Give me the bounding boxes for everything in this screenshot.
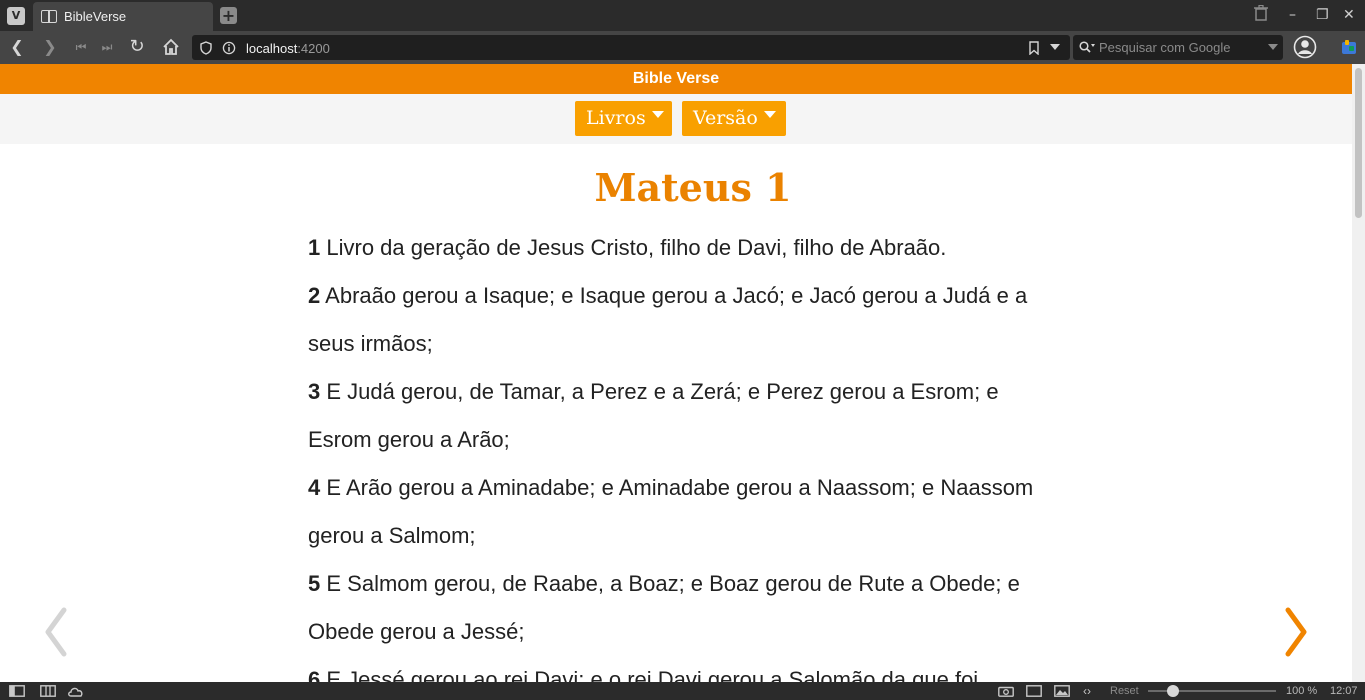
verse-text: E Judá gerou, de Tamar, a Perez e a Zerá…	[308, 379, 999, 452]
status-bar: ‹› Reset 100 % 12:07	[0, 682, 1365, 700]
tab-title: BibleVerse	[64, 9, 127, 24]
verse-number: 1	[308, 235, 321, 260]
tile-tabs-icon[interactable]	[40, 685, 56, 697]
url-text[interactable]: localhost:4200	[246, 38, 330, 57]
rewind-icon[interactable]: ⏮	[71, 37, 91, 57]
restore-icon[interactable]: ❐	[1316, 5, 1329, 25]
version-dropdown[interactable]: Versão	[682, 101, 786, 136]
zoom-slider-handle[interactable]	[1167, 685, 1179, 697]
search-engine-icon[interactable]	[1079, 40, 1095, 55]
zoom-level: 100 %	[1286, 685, 1318, 697]
verse-text: Livro da geração de Jesus Cristo, filho …	[326, 235, 947, 260]
menu-strip: Livros Versão	[0, 94, 1352, 144]
verse-text: E Salmom gerou, de Raabe, a Boaz; e Boaz…	[308, 571, 1020, 644]
tab-favicon-icon	[41, 10, 57, 23]
window-icon[interactable]	[1026, 685, 1042, 697]
shield-icon[interactable]	[199, 40, 213, 55]
site-info-icon[interactable]	[222, 41, 236, 55]
previous-chapter-icon[interactable]	[42, 604, 72, 660]
verse-text: E Arão gerou a Aminadabe; e Aminadabe ge…	[308, 475, 1034, 548]
back-icon[interactable]: ❮	[7, 37, 27, 57]
home-icon[interactable]	[161, 37, 181, 57]
caret-down-icon	[651, 111, 664, 118]
web-page: Bible Verse Livros Versão Mateus 1 1 Liv…	[0, 64, 1352, 682]
verse-number: 2	[308, 283, 321, 308]
close-icon[interactable]: ✕	[1343, 5, 1355, 25]
verse-number: 3	[308, 379, 321, 404]
profile-icon[interactable]	[1293, 35, 1317, 59]
reload-icon[interactable]: ↻	[127, 37, 147, 57]
verse: 3 E Judá gerou, de Tamar, a Perez e a Ze…	[308, 368, 1068, 464]
minimize-icon[interactable]: –	[1289, 5, 1296, 25]
bookmark-icon[interactable]	[1028, 41, 1040, 55]
search-input[interactable]	[1099, 40, 1259, 55]
address-dropdown-icon[interactable]	[1050, 44, 1060, 50]
version-dropdown-label: Versão	[693, 107, 758, 129]
zoom-reset-button[interactable]: Reset	[1110, 684, 1139, 698]
verse-text: Abraão gerou a Isaque; e Isaque gerou a …	[308, 283, 1028, 356]
verse: 4 E Arão gerou a Aminadabe; e Aminadabe …	[308, 464, 1068, 560]
url-host: localhost	[246, 41, 298, 56]
page-scrollbar[interactable]	[1352, 64, 1365, 682]
extension-icon[interactable]	[1341, 39, 1357, 55]
verse: 1 Livro da geração de Jesus Cristo, filh…	[308, 224, 1068, 272]
verse-number: 6	[308, 667, 321, 682]
scrollbar-thumb[interactable]	[1355, 68, 1362, 218]
new-tab-icon[interactable]: +	[220, 7, 237, 24]
verse-number: 5	[308, 571, 321, 596]
url-port: :4200	[297, 41, 330, 56]
search-box[interactable]	[1073, 35, 1283, 60]
verse: 6 E Jessé gerou ao rei Davi; e o rei Dav…	[308, 656, 1068, 682]
vivaldi-menu-icon[interactable]: V	[7, 6, 25, 25]
fast-forward-icon[interactable]: ⏭	[97, 37, 117, 57]
verse-number: 4	[308, 475, 321, 500]
next-chapter-icon[interactable]	[1280, 604, 1310, 660]
books-dropdown-label: Livros	[586, 107, 646, 129]
browser-tab[interactable]: BibleVerse	[33, 2, 213, 31]
browser-toolbar: ❮ ❯ ⏮ ⏭ ↻ localhost:4200	[0, 31, 1365, 64]
caret-down-icon	[763, 111, 776, 118]
verse: 5 E Salmom gerou, de Raabe, a Boaz; e Bo…	[308, 560, 1068, 656]
site-header: Bible Verse	[0, 64, 1352, 94]
panel-toggle-icon[interactable]	[9, 685, 25, 697]
verse-list: 1 Livro da geração de Jesus Cristo, filh…	[308, 224, 1068, 682]
image-icon[interactable]	[1054, 685, 1070, 697]
clock: 12:07	[1330, 685, 1358, 697]
verse-text: E Jessé gerou ao rei Davi; e o rei Davi …	[326, 667, 979, 682]
chapter-title: Mateus 1	[594, 165, 792, 210]
forward-icon[interactable]: ❯	[40, 37, 60, 57]
address-bar[interactable]: localhost:4200	[192, 35, 1070, 60]
sync-cloud-icon[interactable]	[67, 685, 85, 697]
browser-tab-strip: V BibleVerse + – ❐ ✕	[0, 0, 1365, 31]
camera-icon[interactable]	[998, 685, 1014, 697]
verse: 2 Abraão gerou a Isaque; e Isaque gerou …	[308, 272, 1068, 368]
trash-icon[interactable]	[1254, 5, 1268, 21]
search-dropdown-icon[interactable]	[1268, 44, 1278, 50]
code-icon[interactable]: ‹›	[1083, 684, 1091, 698]
books-dropdown[interactable]: Livros	[575, 101, 672, 136]
